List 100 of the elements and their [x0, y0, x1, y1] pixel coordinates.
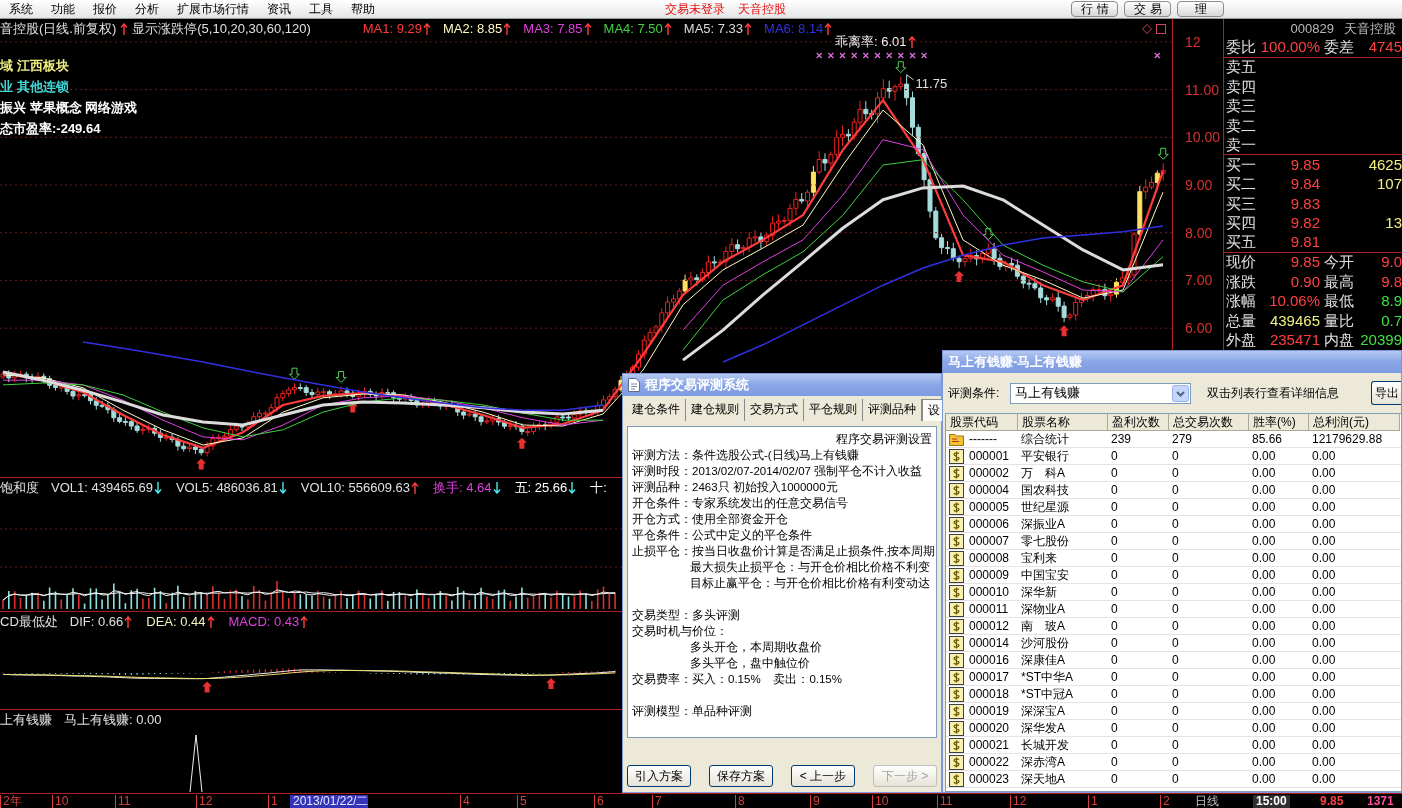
- indicator-value: VOL10: 556609.63: [300, 479, 410, 496]
- table-cell-text: 0: [1171, 652, 1179, 668]
- table-cell-text: 平安银行: [1020, 448, 1069, 464]
- table-cell-text: 12179629.88: [1311, 431, 1383, 447]
- report-line: 止损平仓：按当日收盘价计算是否满足止损条件,按本周期: [632, 544, 936, 559]
- date-label: 5: [517, 794, 527, 808]
- bias-readout: 乖离率: 6.01: [835, 34, 907, 50]
- stock-code: 000829: [1290, 21, 1334, 36]
- quote-label: 委比: [1226, 38, 1256, 57]
- quote-value: 439465: [1269, 311, 1320, 330]
- table-cell-text: 中国宝安: [1020, 567, 1069, 583]
- table-cell-text: 0.00: [1311, 737, 1336, 753]
- report-line: 多头平仓，盘中触位价: [689, 656, 810, 671]
- table-cell-text: 0.00: [1311, 465, 1336, 481]
- quote-value: 10.06%: [1269, 292, 1320, 311]
- quote-volume: 4625: [1368, 155, 1402, 174]
- table-cell-text: 0: [1110, 669, 1118, 685]
- table-cell-text: 000006: [968, 516, 1010, 532]
- indicator-value: MA2: 8.85: [443, 20, 503, 37]
- status-text: 天音控股: [738, 1, 786, 17]
- table-cell-text: 0: [1110, 652, 1118, 668]
- quote-label: 外盘: [1226, 331, 1256, 350]
- date-label: 1: [1088, 794, 1098, 808]
- table-cell-text: 深振业A: [1020, 516, 1065, 532]
- table-cell-text: 0.00: [1251, 635, 1276, 651]
- table-cell-text: 0.00: [1251, 516, 1276, 532]
- table-cell-text: 零七股份: [1020, 533, 1069, 549]
- axis-label: 10.00: [1185, 129, 1221, 146]
- date-label: 2013/01/22/二: [290, 794, 369, 808]
- quote-label: 卖一: [1226, 135, 1256, 154]
- quote-label: 现价: [1226, 253, 1256, 272]
- quote-label: 涨跌: [1226, 272, 1256, 291]
- table-cell-text: 深赤湾A: [1020, 754, 1065, 770]
- quote-label: 今开: [1323, 253, 1354, 272]
- table-cell-text: *ST中华A: [1020, 669, 1073, 685]
- table-cell-text: 0: [1110, 686, 1118, 702]
- table-cell-text: 0.00: [1311, 635, 1336, 651]
- report-line: 多头开仓，本周期收盘价: [689, 640, 822, 655]
- table-cell-text: 0: [1171, 601, 1179, 617]
- table-cell-text: 深康佳A: [1020, 652, 1065, 668]
- axis-label: 7.00: [1185, 272, 1213, 289]
- quote-value: 9.83: [1290, 194, 1320, 213]
- quote-label: 内盘: [1323, 331, 1354, 350]
- info-text: 域 江西板块: [0, 57, 69, 74]
- table-cell-text: 0.00: [1251, 448, 1276, 464]
- quote-label: 总量: [1226, 311, 1256, 330]
- status-text: 交易未登录: [665, 1, 725, 17]
- quote-label: 卖二: [1226, 116, 1256, 135]
- table-cell-text: 深物业A: [1020, 601, 1065, 617]
- table-cell-text: 0.00: [1311, 499, 1336, 515]
- info-text: 业 其他连锁: [0, 78, 69, 95]
- table-cell-text: 0.00: [1311, 584, 1336, 600]
- table-cell-text: 0.00: [1251, 720, 1276, 736]
- indicator-value: DEA: 0.44: [146, 613, 206, 630]
- quote-label: 买四: [1226, 214, 1256, 233]
- table-cell-text: 000007: [968, 533, 1010, 549]
- table-cell-text: 综合统计: [1020, 431, 1069, 447]
- table-cell-text: 0.00: [1251, 465, 1276, 481]
- indicator-name: 显示涨跌停(5,10,20,30,60,120): [132, 20, 311, 37]
- date-label: 12: [196, 794, 213, 808]
- table-cell-text: 000002: [968, 465, 1010, 481]
- table-cell-text: 000008: [968, 550, 1010, 566]
- date-label: 11: [115, 794, 131, 808]
- table-cell-text: 000016: [968, 652, 1010, 668]
- table-cell-text: 0: [1171, 771, 1179, 787]
- quote-label: 委差: [1323, 38, 1354, 57]
- date-label: 8: [735, 794, 745, 808]
- table-cell-text: 0: [1110, 465, 1118, 481]
- axis-label: 11.00: [1185, 81, 1219, 98]
- indicator-value: VOL5: 486036.81: [175, 479, 278, 496]
- quote-value: 0.7: [1381, 311, 1402, 330]
- date-label: 11: [937, 794, 953, 808]
- report-line: 平仓条件：公式中定义的平仓条件: [632, 528, 812, 543]
- table-cell-text: 0: [1110, 448, 1118, 464]
- quote-label: 买一: [1226, 155, 1256, 174]
- table-cell-text: 0.00: [1311, 771, 1336, 787]
- table-cell-text: 0: [1110, 516, 1118, 532]
- table-cell-text: 85.66: [1251, 431, 1283, 447]
- table-cell-text: 0: [1171, 448, 1179, 464]
- report-line: 目标止赢平仓：与开仓价相比价格有利变动达: [689, 576, 930, 591]
- table-cell-text: 0: [1110, 499, 1118, 515]
- table-cell-text: 0.00: [1311, 669, 1336, 685]
- table-cell-text: 0: [1171, 499, 1179, 515]
- table-cell-text: 0.00: [1251, 584, 1276, 600]
- table-cell-text: 000009: [968, 567, 1010, 583]
- table-cell-text: 0: [1110, 771, 1118, 787]
- indicator-value: VOL1: 439465.69: [51, 479, 153, 496]
- quote-label: 最低: [1323, 292, 1354, 311]
- table-cell-text: 0.00: [1251, 737, 1276, 753]
- table-cell-text: 0: [1171, 737, 1179, 753]
- table-cell-text: 000004: [968, 482, 1010, 498]
- table-cell-text: 0.00: [1251, 669, 1276, 685]
- period-label: 日线: [1195, 794, 1219, 808]
- date-label: 2年: [0, 794, 22, 808]
- quote-value: 100.00%: [1260, 38, 1320, 57]
- table-cell-text: *ST中冠A: [1020, 686, 1073, 702]
- axis-label: 8.00: [1185, 224, 1213, 241]
- table-cell-text: 长城开发: [1020, 737, 1069, 753]
- table-cell-text: 0.00: [1311, 720, 1336, 736]
- table-cell-text: 0.00: [1251, 499, 1276, 515]
